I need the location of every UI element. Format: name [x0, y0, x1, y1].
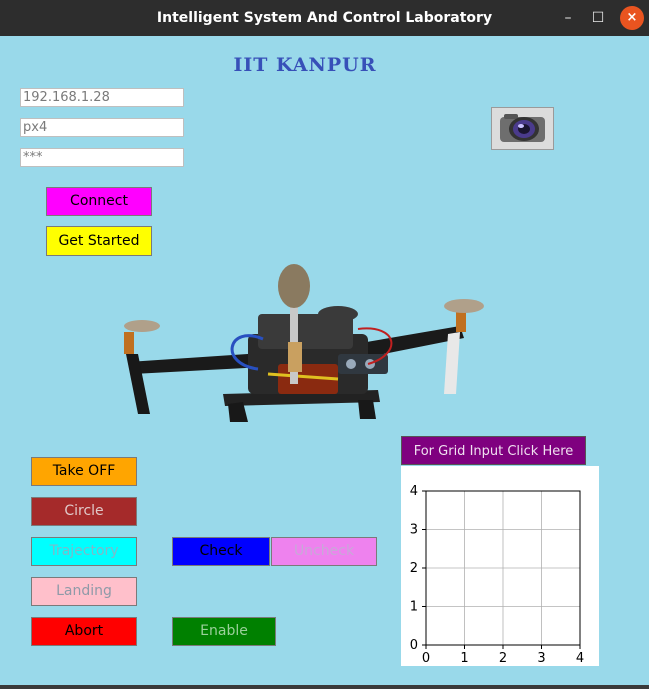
page-title: IIT KANPUR [233, 54, 377, 76]
uncheck-button[interactable]: Uncheck [271, 537, 377, 566]
abort-button[interactable]: Abort [31, 617, 137, 646]
window-title: Intelligent System And Control Laborator… [156, 10, 493, 26]
x-tick-label-2: 2 [499, 651, 507, 666]
ip-address-input[interactable] [20, 88, 184, 107]
trajectory-button[interactable]: Trajectory [31, 537, 137, 566]
drone-image [124, 264, 484, 422]
x-tick-label-0: 0 [422, 651, 430, 666]
get-started-button[interactable]: Get Started [46, 226, 152, 256]
x-tick-label-4: 4 [576, 651, 584, 666]
x-tick-label-1: 1 [460, 651, 468, 666]
grid-input-button[interactable]: For Grid Input Click Here [401, 436, 586, 465]
main-window: IIT KANPUR Connect Get Started [0, 36, 649, 685]
y-tick-label-3: 3 [410, 523, 418, 538]
maximize-button[interactable]: ☐ [586, 6, 610, 30]
y-tick-label-4: 4 [410, 484, 418, 499]
take-off-button[interactable]: Take OFF [31, 457, 137, 486]
password-input[interactable] [20, 148, 184, 167]
circle-button[interactable]: Circle [31, 497, 137, 526]
vehicle-type-input[interactable] [20, 118, 184, 137]
landing-button[interactable]: Landing [31, 577, 137, 606]
grid-plot[interactable]: 0 1 2 3 4 0 1 2 3 4 [401, 466, 599, 666]
window-bottom-border [0, 685, 649, 689]
minimize-button[interactable]: – [556, 6, 580, 30]
y-tick-label-1: 1 [410, 600, 418, 615]
camera-button[interactable] [491, 107, 554, 150]
connect-button[interactable]: Connect [46, 187, 152, 216]
enable-button[interactable]: Enable [172, 617, 276, 646]
close-button[interactable]: × [620, 6, 644, 30]
camera-icon [500, 114, 545, 142]
y-tick-label-0: 0 [410, 638, 418, 653]
check-button[interactable]: Check [172, 537, 270, 566]
x-tick-label-3: 3 [537, 651, 545, 666]
title-bar: Intelligent System And Control Laborator… [0, 0, 649, 36]
y-tick-label-2: 2 [410, 561, 418, 576]
